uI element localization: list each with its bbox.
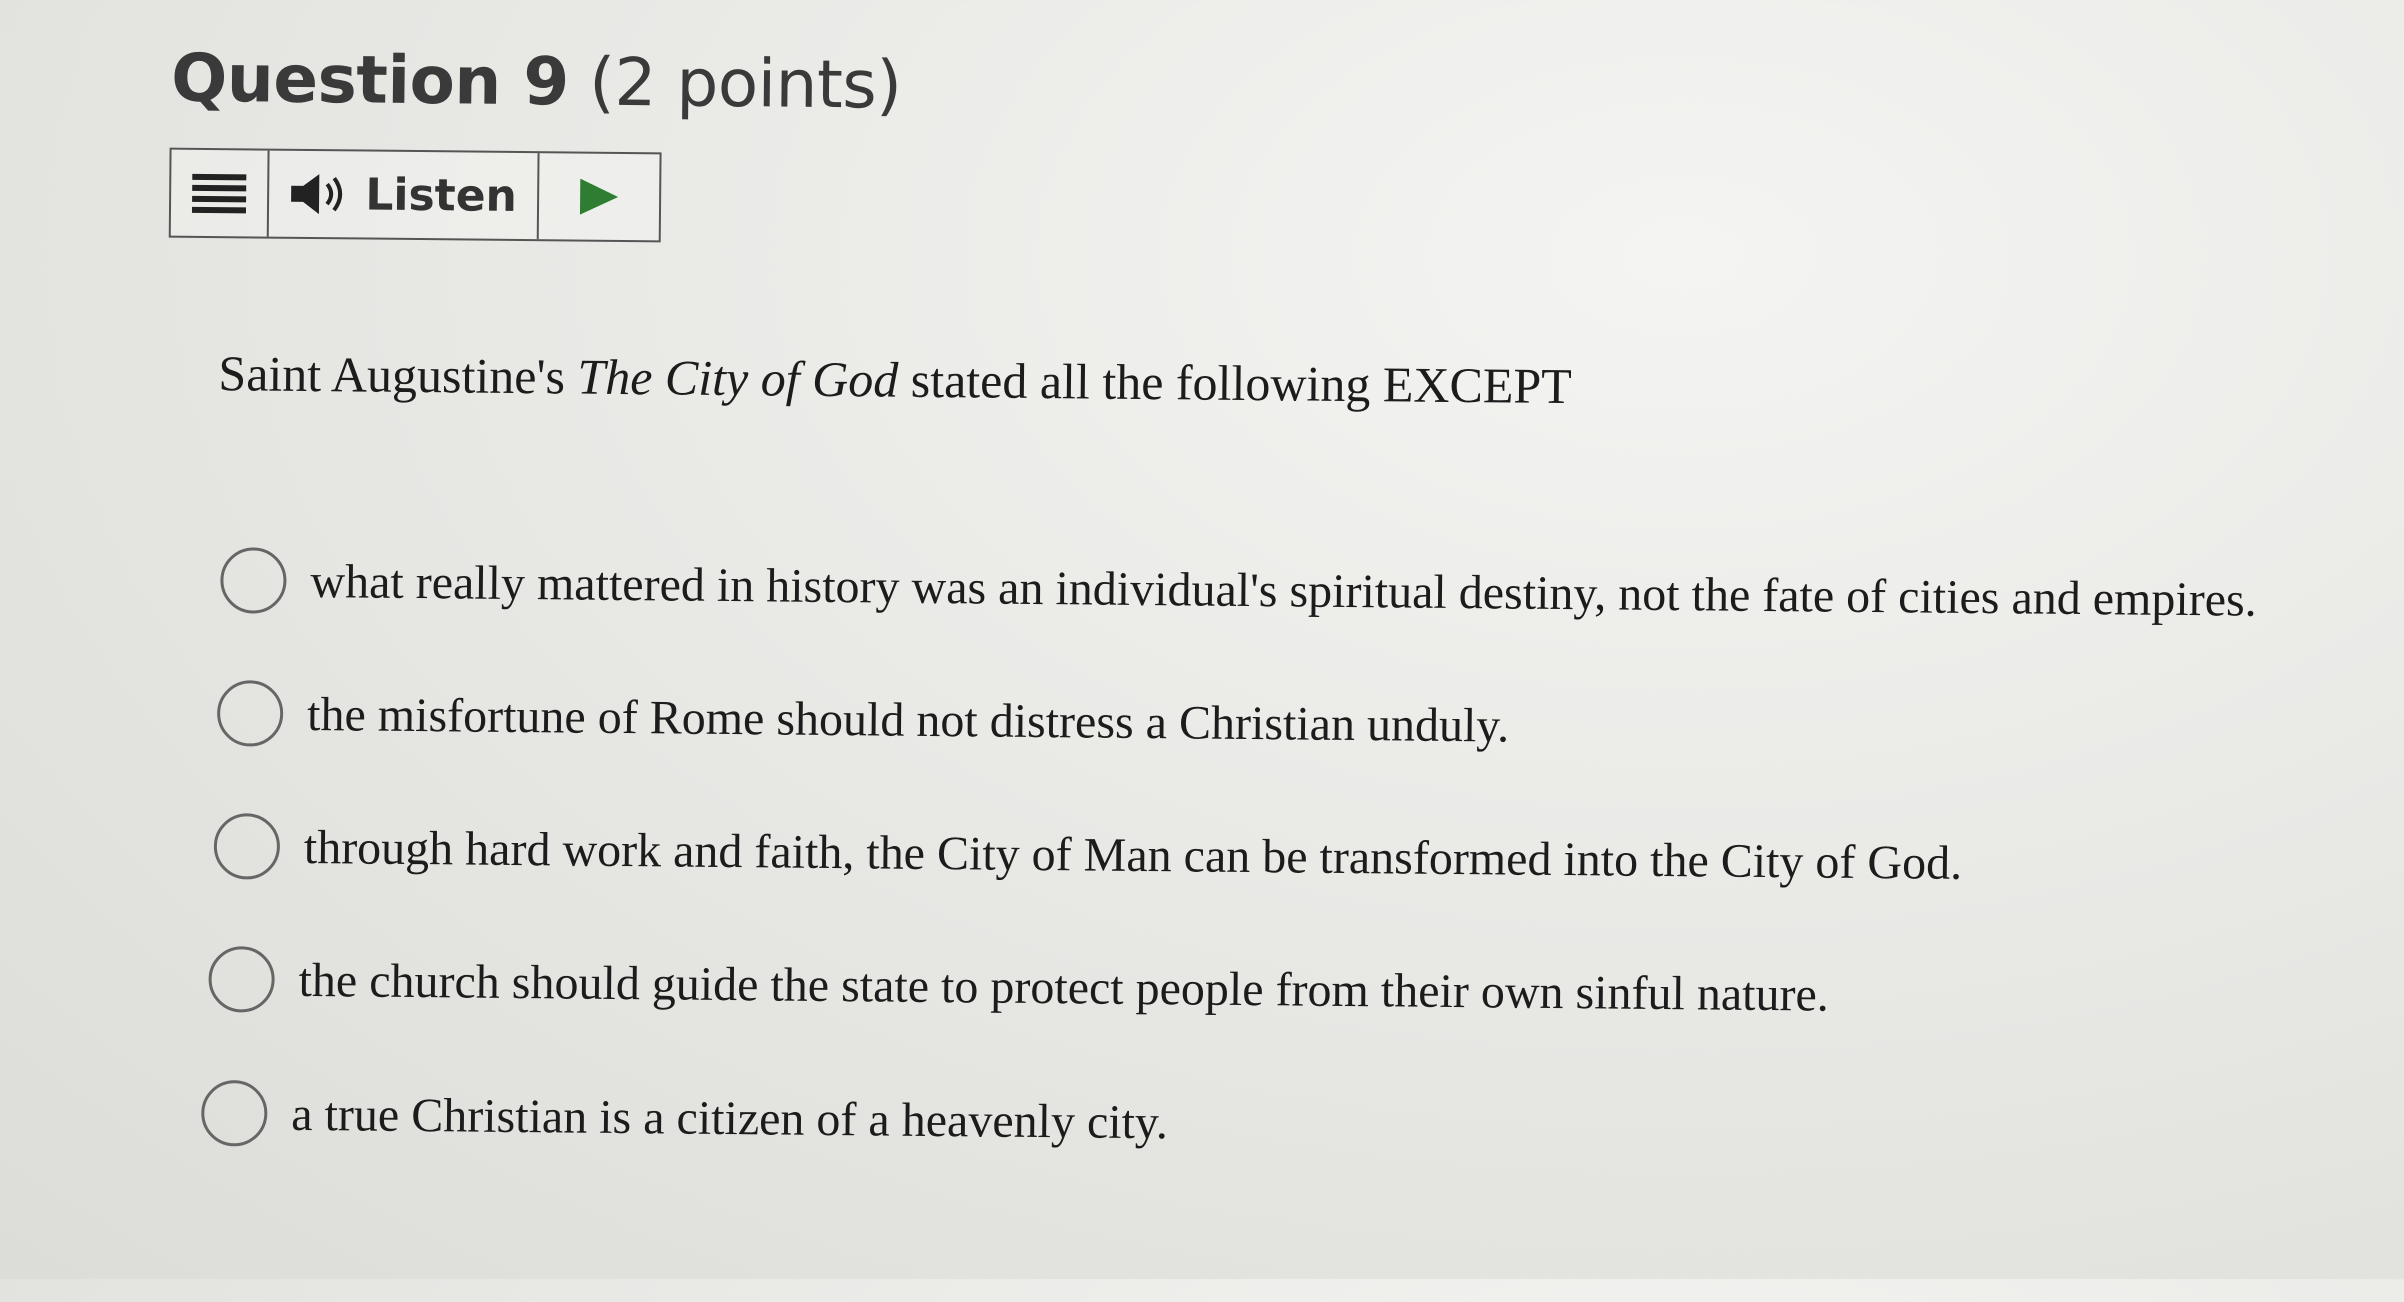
menu-icon bbox=[191, 173, 247, 213]
question-number: Question 9 bbox=[170, 39, 570, 121]
prompt-book-title: The City of God bbox=[577, 348, 899, 408]
listen-menu-button[interactable] bbox=[170, 149, 270, 237]
answer-option-label: the misfortune of Rome should not distre… bbox=[306, 687, 1510, 753]
play-button[interactable] bbox=[539, 153, 660, 240]
answer-option[interactable]: the church should guide the state to pro… bbox=[208, 946, 1829, 1028]
answer-option-label: a true Christian is a citizen of a heave… bbox=[291, 1087, 1169, 1149]
prompt-text-before: Saint Augustine's bbox=[218, 345, 578, 405]
listen-button[interactable]: Listen bbox=[268, 150, 540, 240]
radio-button[interactable] bbox=[213, 813, 281, 880]
quiz-page: Question 9 (2 points) Listen Saint Augus… bbox=[0, 0, 2404, 1302]
answer-option-label: the church should guide the state to pro… bbox=[298, 953, 1830, 1022]
listen-toolbar: Listen bbox=[168, 147, 662, 243]
speaker-icon bbox=[291, 174, 343, 215]
answer-option-label: what really mattered in history was an i… bbox=[310, 554, 2257, 627]
prompt-text-after: stated all the following EXCEPT bbox=[898, 351, 1573, 415]
answer-option[interactable]: what really mattered in history was an i… bbox=[220, 547, 2257, 633]
play-icon bbox=[579, 178, 619, 215]
radio-button[interactable] bbox=[208, 946, 275, 1013]
answer-option[interactable]: the misfortune of Rome should not distre… bbox=[216, 680, 1510, 758]
answer-option[interactable]: through hard work and faith, the City of… bbox=[213, 813, 1963, 896]
radio-button[interactable] bbox=[201, 1079, 268, 1147]
listen-label: Listen bbox=[365, 169, 518, 222]
radio-button[interactable] bbox=[216, 680, 284, 747]
question-prompt: Saint Augustine's The City of God stated… bbox=[218, 344, 1572, 415]
radio-button[interactable] bbox=[220, 547, 287, 614]
answer-option[interactable]: a true Christian is a citizen of a heave… bbox=[201, 1079, 1169, 1155]
answer-option-label: through hard work and faith, the City of… bbox=[303, 820, 1963, 890]
question-title: Question 9 (2 points) bbox=[171, 40, 902, 124]
question-points: (2 points) bbox=[588, 43, 902, 124]
